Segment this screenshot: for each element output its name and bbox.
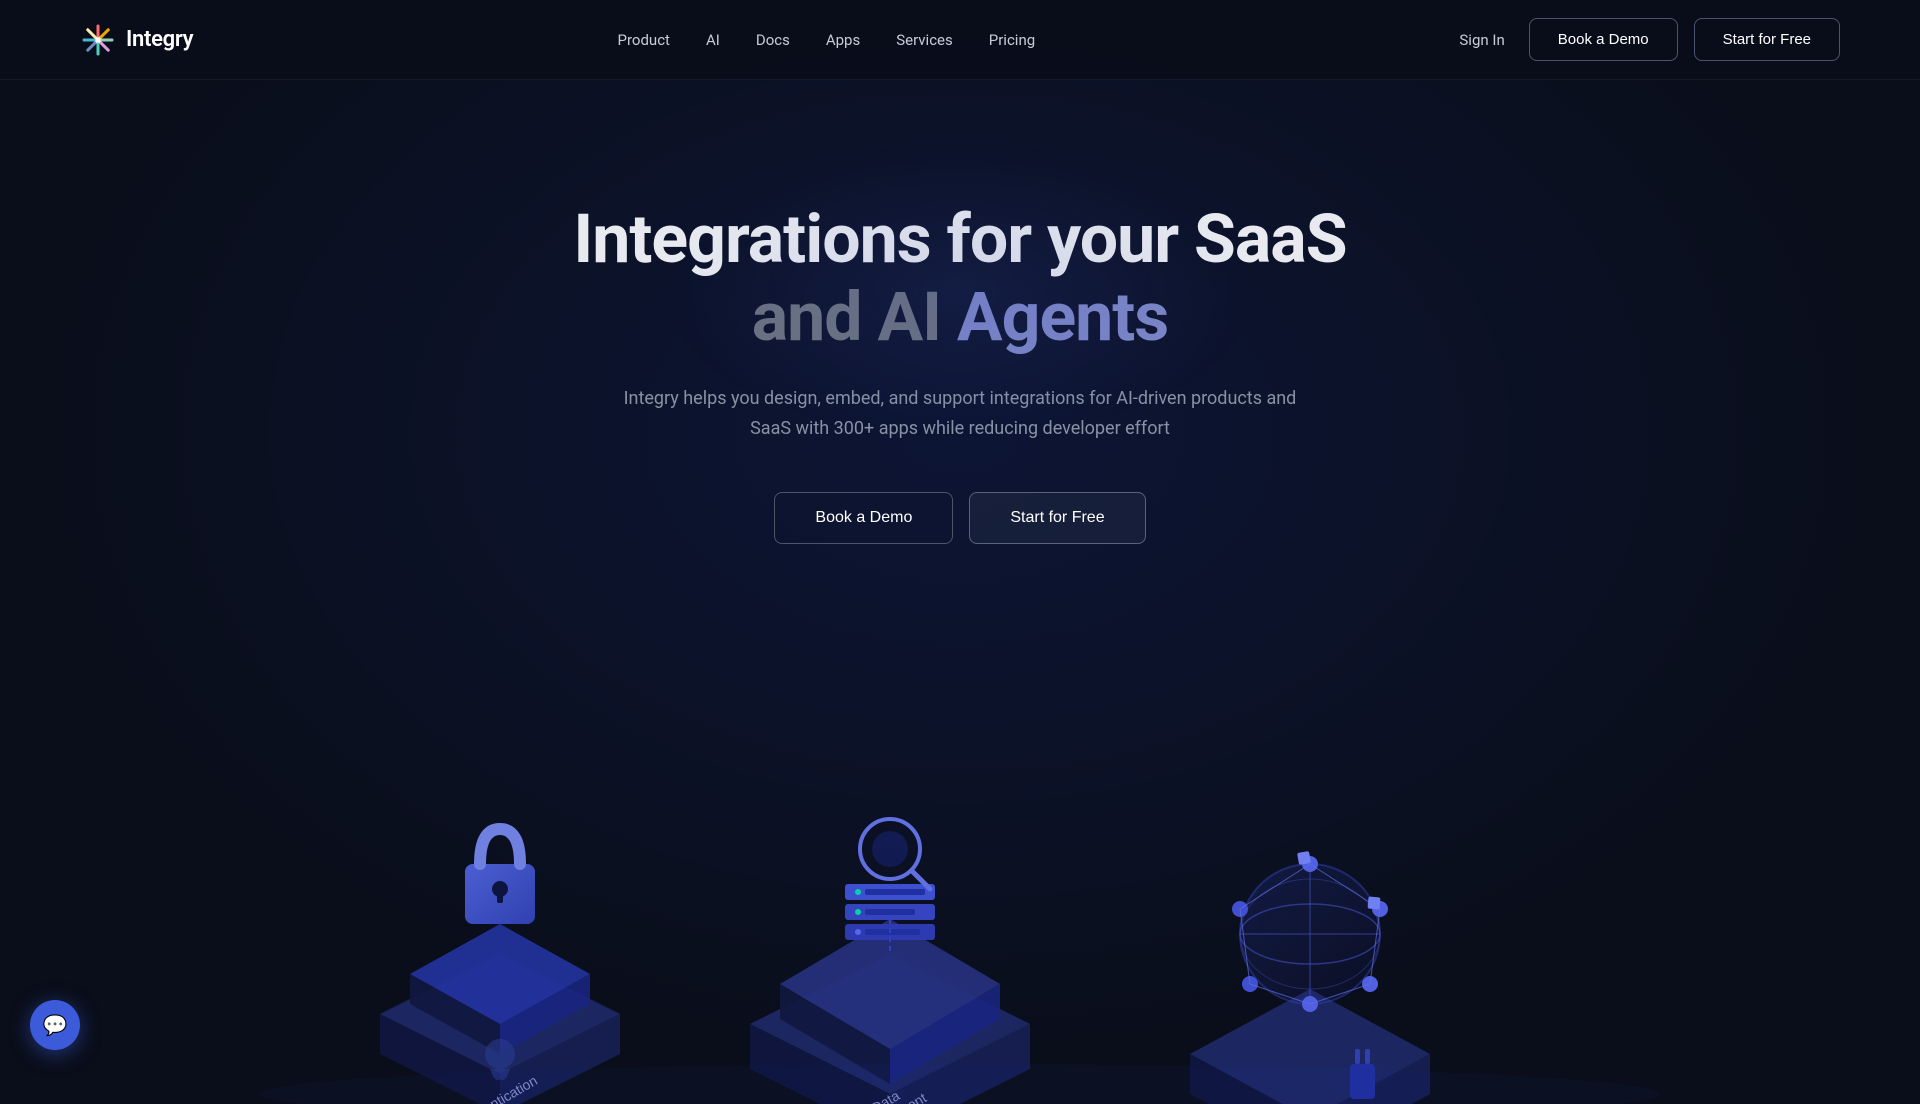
hero-title-part4: Agents (957, 277, 1168, 357)
nav-ai[interactable]: AI (706, 31, 720, 49)
nav-services[interactable]: Services (896, 31, 953, 49)
nav-product[interactable]: Product (618, 31, 670, 49)
nav-start-free-button[interactable]: Start for Free (1694, 18, 1840, 61)
hero-illustration: Authentication (0, 704, 1920, 1104)
hero-title-part1: Integrations for your SaaS (573, 199, 1346, 279)
hero-subtitle: Integry helps you design, embed, and sup… (620, 384, 1300, 443)
hero-title-part2: and (752, 277, 862, 357)
nav-docs[interactable]: Docs (756, 31, 790, 49)
hero-title-part3: AI (877, 277, 941, 357)
chat-bubble[interactable]: 💬 (30, 1000, 80, 1050)
hero-book-demo-button[interactable]: Book a Demo (774, 492, 953, 544)
hero-section: Integrations for your SaaS and AI Agents… (0, 80, 1920, 684)
nav-book-demo-button[interactable]: Book a Demo (1529, 18, 1678, 61)
signin-link[interactable]: Sign In (1459, 31, 1504, 49)
nav-pricing[interactable]: Pricing (989, 31, 1035, 49)
hero-start-free-button[interactable]: Start for Free (969, 492, 1145, 544)
logo-icon (80, 22, 116, 58)
navbar: Integry Product AI Docs Apps Services Pr… (0, 0, 1920, 80)
logo-text: Integry (126, 27, 193, 52)
hero-title: Integrations for your SaaS and AI Agents (573, 200, 1346, 356)
hero-buttons: Book a Demo Start for Free (774, 492, 1145, 544)
nav-apps[interactable]: Apps (826, 31, 860, 49)
illustration-area: Authentication (0, 704, 1920, 1104)
logo-link[interactable]: Integry (80, 22, 193, 58)
nav-links: Product AI Docs Apps Services Pricing (618, 30, 1036, 49)
nav-actions: Sign In Book a Demo Start for Free (1459, 18, 1840, 61)
chat-icon: 💬 (43, 1013, 68, 1037)
